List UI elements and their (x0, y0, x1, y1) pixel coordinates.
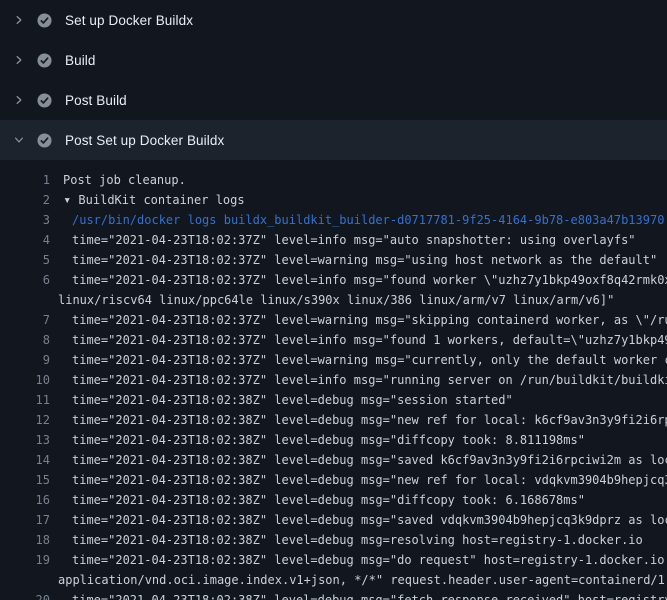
step-row-post-build[interactable]: Post Build (0, 80, 667, 120)
log-text: time="2021-04-23T18:02:37Z" level=info m… (72, 370, 667, 390)
log-line: 16 time="2021-04-23T18:02:38Z" level=deb… (0, 490, 667, 510)
step-row-post-set-up-docker-buildx[interactable]: Post Set up Docker Buildx (0, 120, 667, 160)
log-text: time="2021-04-23T18:02:37Z" level=info m… (72, 230, 636, 250)
log-group-header[interactable]: 2 ▼ BuildKit container logs (0, 190, 667, 210)
chevron-right-icon (13, 94, 25, 106)
line-number[interactable]: 10 (0, 370, 50, 390)
log-text: time="2021-04-23T18:02:38Z" level=debug … (72, 510, 667, 530)
log-panel: 1 Post job cleanup. 2 ▼ BuildKit containe… (0, 160, 667, 600)
log-line: 10 time="2021-04-23T18:02:37Z" level=inf… (0, 370, 667, 390)
log-line: 11 time="2021-04-23T18:02:38Z" level=deb… (0, 390, 667, 410)
log-line: 15 time="2021-04-23T18:02:38Z" level=deb… (0, 470, 667, 490)
check-circle-icon (37, 53, 52, 68)
line-number[interactable]: 18 (0, 530, 50, 550)
step-label: Build (65, 53, 96, 68)
log-text: time="2021-04-23T18:02:38Z" level=debug … (72, 390, 513, 410)
chevron-right-icon (13, 54, 25, 66)
log-text: linux/riscv64 linux/ppc64le linux/s390x … (58, 290, 614, 310)
step-row-set-up-docker-buildx[interactable]: Set up Docker Buildx (0, 0, 667, 40)
log-line: 12 time="2021-04-23T18:02:38Z" level=deb… (0, 410, 667, 430)
line-number[interactable]: 12 (0, 410, 50, 430)
line-number[interactable]: 1 (0, 170, 50, 190)
log-line: 3 /usr/bin/docker logs buildx_buildkit_b… (0, 210, 667, 230)
step-row-build[interactable]: Build (0, 40, 667, 80)
log-text: time="2021-04-23T18:02:38Z" level=debug … (72, 410, 667, 430)
log-line: 18 time="2021-04-23T18:02:38Z" level=deb… (0, 530, 667, 550)
check-circle-icon (37, 13, 52, 28)
log-text: time="2021-04-23T18:02:38Z" level=debug … (72, 490, 585, 510)
log-text: time="2021-04-23T18:02:38Z" level=debug … (72, 590, 667, 600)
log-text: time="2021-04-23T18:02:37Z" level=warnin… (72, 310, 667, 330)
chevron-down-icon (13, 134, 25, 146)
line-number[interactable]: 14 (0, 450, 50, 470)
line-number (0, 570, 50, 590)
log-text: time="2021-04-23T18:02:38Z" level=debug … (72, 430, 585, 450)
step-label: Post Set up Docker Buildx (65, 133, 224, 148)
line-number (0, 290, 50, 310)
steps-list: Set up Docker Buildx Build P (0, 0, 667, 160)
line-number[interactable]: 16 (0, 490, 50, 510)
log-text: time="2021-04-23T18:02:38Z" level=debug … (72, 450, 667, 470)
log-text: time="2021-04-23T18:02:37Z" level=info m… (72, 330, 667, 350)
line-number[interactable]: 20 (0, 590, 50, 600)
log-line: 4 time="2021-04-23T18:02:37Z" level=info… (0, 230, 667, 250)
log-line: 5 time="2021-04-23T18:02:37Z" level=warn… (0, 250, 667, 270)
log-line: application/vnd.oci.image.index.v1+json,… (0, 570, 667, 590)
line-number[interactable]: 9 (0, 350, 50, 370)
log-line: 1 Post job cleanup. (0, 170, 667, 190)
log-text: time="2021-04-23T18:02:38Z" level=debug … (72, 550, 667, 570)
line-number[interactable]: 6 (0, 270, 50, 290)
line-number[interactable]: 13 (0, 430, 50, 450)
line-number[interactable]: 15 (0, 470, 50, 490)
line-number[interactable]: 2 (0, 190, 50, 210)
step-label: Set up Docker Buildx (65, 13, 193, 28)
log-line: 19 time="2021-04-23T18:02:38Z" level=deb… (0, 550, 667, 570)
log-text: time="2021-04-23T18:02:37Z" level=warnin… (72, 350, 667, 370)
actions-log-viewer: Set up Docker Buildx Build P (0, 0, 667, 600)
check-circle-icon (37, 93, 52, 108)
group-title: BuildKit container logs (78, 193, 244, 207)
log-line: linux/riscv64 linux/ppc64le linux/s390x … (0, 290, 667, 310)
log-text: time="2021-04-23T18:02:38Z" level=debug … (72, 470, 667, 490)
log-text: /usr/bin/docker logs buildx_buildkit_bui… (72, 210, 664, 230)
group-caret-icon: ▼ (63, 190, 71, 210)
log-line: 13 time="2021-04-23T18:02:38Z" level=deb… (0, 430, 667, 450)
line-number[interactable]: 19 (0, 550, 50, 570)
log-line: 7 time="2021-04-23T18:02:37Z" level=warn… (0, 310, 667, 330)
log-text: application/vnd.oci.image.index.v1+json,… (58, 570, 667, 590)
log-text: time="2021-04-23T18:02:37Z" level=info m… (72, 270, 667, 290)
log-text: time="2021-04-23T18:02:38Z" level=debug … (72, 530, 643, 550)
line-number[interactable]: 3 (0, 210, 50, 230)
log-text: time="2021-04-23T18:02:37Z" level=warnin… (72, 250, 657, 270)
chevron-right-icon (13, 14, 25, 26)
check-circle-icon (37, 133, 52, 148)
log-line: 20 time="2021-04-23T18:02:38Z" level=deb… (0, 590, 667, 600)
log-text: Post job cleanup. (63, 170, 186, 190)
line-number[interactable]: 8 (0, 330, 50, 350)
log-line: 14 time="2021-04-23T18:02:38Z" level=deb… (0, 450, 667, 470)
log-line: 9 time="2021-04-23T18:02:37Z" level=warn… (0, 350, 667, 370)
line-number[interactable]: 17 (0, 510, 50, 530)
line-number[interactable]: 4 (0, 230, 50, 250)
line-number[interactable]: 5 (0, 250, 50, 270)
log-line: 8 time="2021-04-23T18:02:37Z" level=info… (0, 330, 667, 350)
log-text: ▼ BuildKit container logs (63, 190, 245, 210)
log-line: 17 time="2021-04-23T18:02:38Z" level=deb… (0, 510, 667, 530)
line-number[interactable]: 11 (0, 390, 50, 410)
line-number[interactable]: 7 (0, 310, 50, 330)
step-label: Post Build (65, 93, 127, 108)
log-line: 6 time="2021-04-23T18:02:37Z" level=info… (0, 270, 667, 290)
